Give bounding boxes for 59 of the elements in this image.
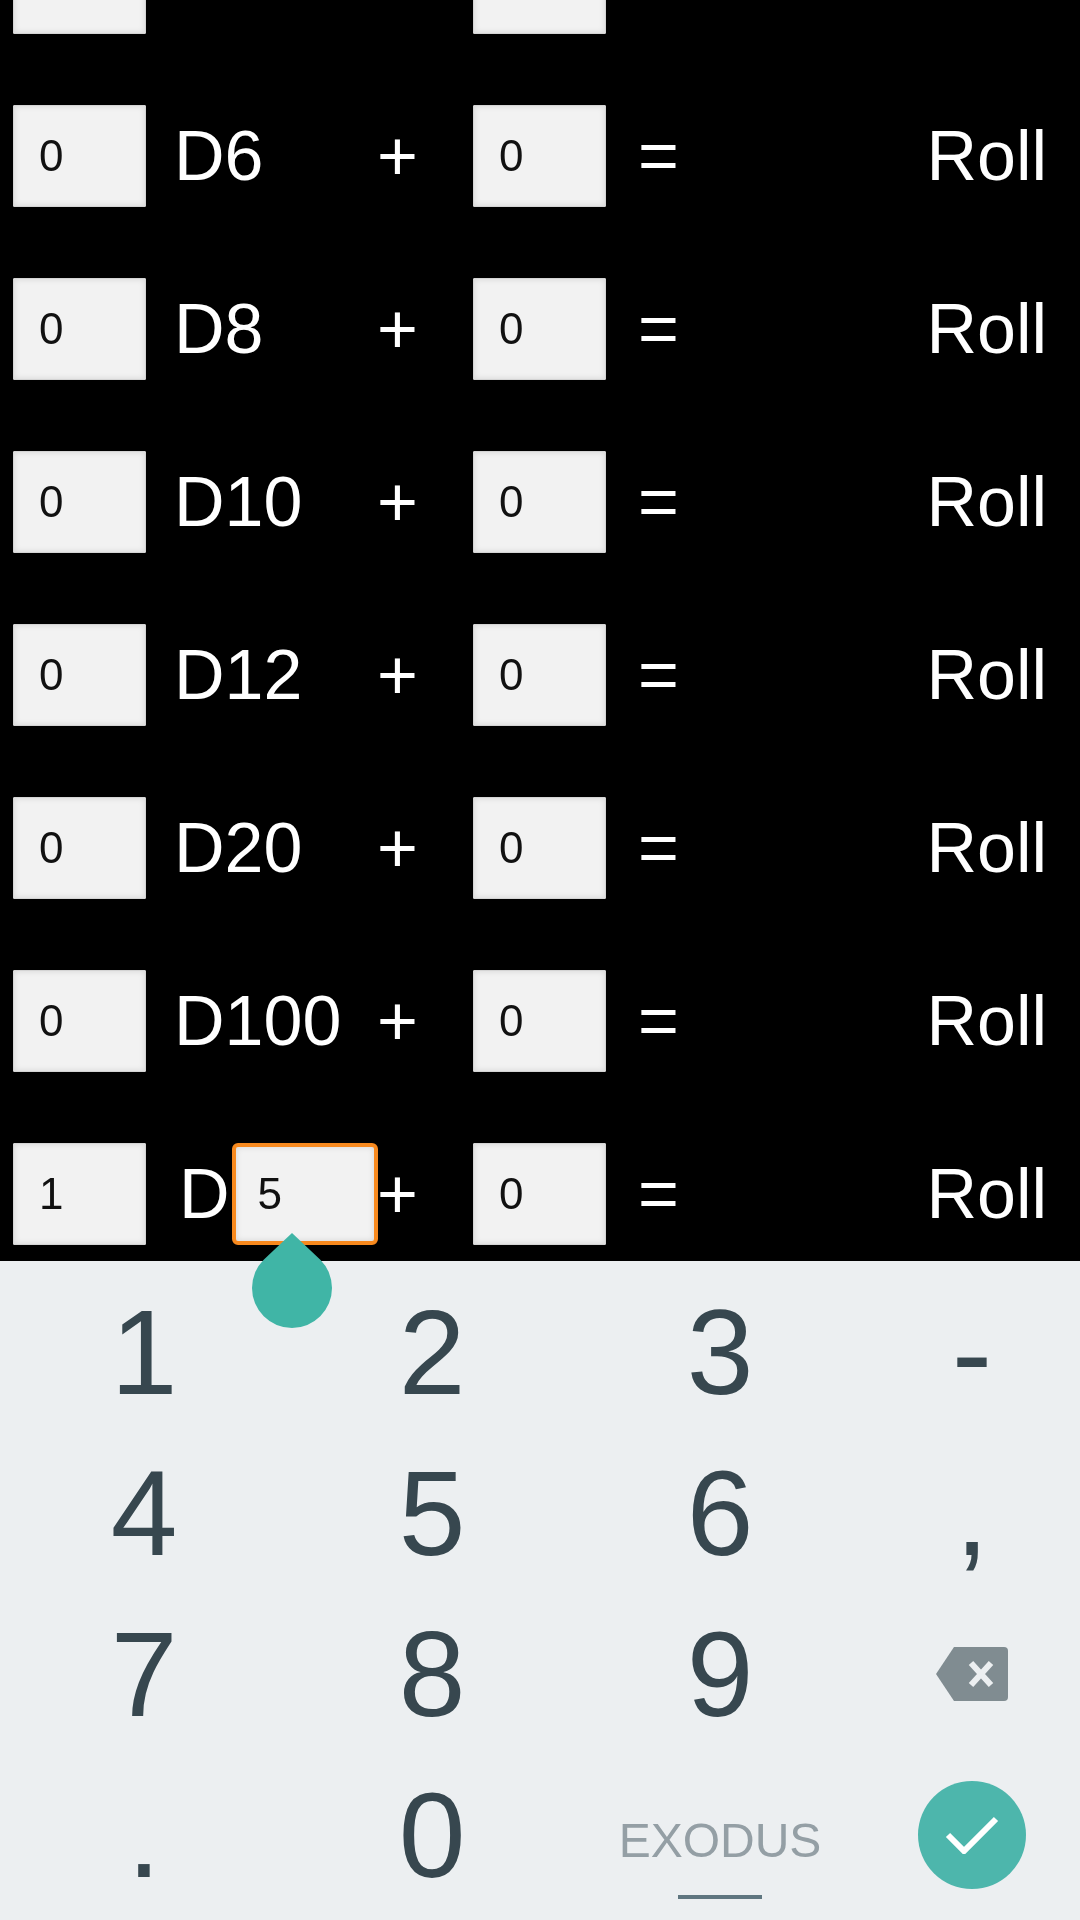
- modifier-field[interactable]: 0: [473, 1143, 606, 1245]
- count-field[interactable]: 0: [13, 970, 146, 1072]
- plus-sign: +: [377, 813, 418, 883]
- count-field[interactable]: 0: [13, 451, 146, 553]
- roll-button[interactable]: Roll: [926, 294, 1047, 364]
- key[interactable]: 0: [288, 1754, 576, 1915]
- count-field[interactable]: 0: [13, 624, 146, 726]
- backspace-icon: [936, 1646, 1008, 1701]
- die-label: D: [179, 1159, 230, 1229]
- modifier-field[interactable]: 0: [473, 624, 606, 726]
- equals-sign: =: [638, 1159, 679, 1229]
- key[interactable]: 3: [576, 1271, 864, 1432]
- modifier-field[interactable]: 0: [473, 797, 606, 899]
- die-label: D20: [174, 813, 303, 883]
- roll-button[interactable]: Roll: [926, 640, 1047, 710]
- key[interactable]: -: [864, 1271, 1080, 1432]
- roll-button[interactable]: Roll: [926, 986, 1047, 1056]
- modifier-field[interactable]: 0: [473, 278, 606, 380]
- count-field[interactable]: 0: [13, 278, 146, 380]
- count-field[interactable]: 0: [13, 105, 146, 207]
- plus-sign: +: [377, 986, 418, 1056]
- key[interactable]: 1: [0, 1271, 288, 1432]
- key[interactable]: 5: [288, 1432, 576, 1593]
- die-label: D12: [174, 640, 303, 710]
- die-label: D10: [174, 467, 303, 537]
- modifier-field[interactable]: 0: [473, 970, 606, 1072]
- key[interactable]: 2: [288, 1271, 576, 1432]
- count-field[interactable]: 1: [13, 1143, 146, 1245]
- key[interactable]: 8: [288, 1593, 576, 1754]
- key[interactable]: 4: [0, 1432, 288, 1593]
- plus-sign: +: [377, 467, 418, 537]
- plus-sign: +: [377, 121, 418, 191]
- modifier-field[interactable]: 0: [473, 451, 606, 553]
- equals-sign: =: [638, 986, 679, 1056]
- roll-button[interactable]: Roll: [926, 467, 1047, 537]
- die-label: D8: [174, 294, 264, 364]
- die-label: D6: [174, 121, 264, 191]
- modifier-field[interactable]: 0: [473, 105, 606, 207]
- key[interactable]: ,: [864, 1432, 1080, 1593]
- key[interactable]: 9: [576, 1593, 864, 1754]
- plus-sign: +: [377, 640, 418, 710]
- check-icon: [945, 1815, 999, 1854]
- equals-sign: =: [638, 467, 679, 537]
- key[interactable]: .: [0, 1754, 288, 1915]
- key[interactable]: 7: [0, 1593, 288, 1754]
- roll-button[interactable]: Roll: [926, 1159, 1047, 1229]
- plus-sign: +: [377, 294, 418, 364]
- equals-sign: =: [638, 640, 679, 710]
- cursor-handle-icon[interactable]: [251, 1233, 332, 1328]
- count-field[interactable]: 0: [13, 797, 146, 899]
- equals-sign: =: [638, 121, 679, 191]
- die-label: D100: [174, 986, 342, 1056]
- equals-sign: =: [638, 294, 679, 364]
- plus-sign: +: [377, 1159, 418, 1229]
- roll-button[interactable]: Roll: [926, 121, 1047, 191]
- equals-sign: =: [638, 813, 679, 883]
- key[interactable]: 6: [576, 1432, 864, 1593]
- roll-button[interactable]: Roll: [926, 813, 1047, 883]
- sides-field[interactable]: 5: [231, 1143, 378, 1245]
